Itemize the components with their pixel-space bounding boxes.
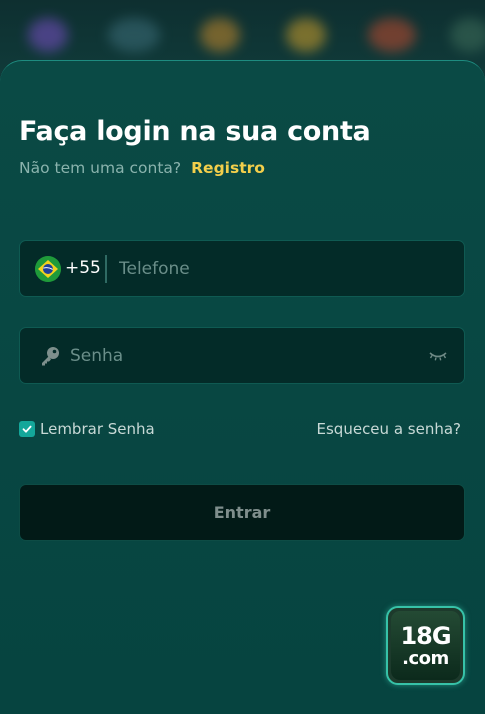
remember-label: Lembrar Senha [40, 420, 155, 438]
game-thumbnail-4 [286, 18, 326, 52]
signup-prompt: Não tem uma conta? Registro [19, 159, 265, 177]
check-icon [22, 425, 32, 433]
password-input[interactable] [70, 328, 420, 383]
register-link[interactable]: Registro [191, 159, 265, 177]
login-panel: Faça login na sua conta Não tem uma cont… [0, 60, 485, 714]
country-code[interactable]: +55 [65, 258, 101, 278]
phone-field[interactable]: +55 [19, 240, 465, 297]
page-title: Faça login na sua conta [19, 116, 371, 147]
signup-prompt-text: Não tem uma conta? [19, 159, 182, 177]
remember-password-toggle[interactable]: Lembrar Senha [19, 420, 155, 438]
game-thumbnail-5 [368, 18, 416, 52]
logo-text-top: 18G [400, 621, 451, 650]
game-thumbnail-6 [450, 18, 485, 52]
forgot-password-link[interactable]: Esqueceu a senha? [317, 420, 461, 438]
brand-logo: 18G .com [386, 606, 465, 685]
eye-closed-icon[interactable] [428, 348, 448, 362]
login-button[interactable]: Entrar [19, 484, 465, 541]
brazil-flag-icon [35, 256, 61, 282]
logo-text-bottom: .com [402, 647, 449, 669]
game-thumbnail-3 [200, 18, 240, 52]
password-field[interactable] [19, 327, 465, 384]
game-thumbnail-2 [108, 18, 160, 52]
remember-checkbox[interactable] [19, 421, 35, 437]
phone-input[interactable] [119, 241, 449, 296]
key-icon [38, 344, 62, 368]
brand-logo-badge: 18G .com [391, 611, 460, 680]
field-divider [105, 255, 107, 283]
game-thumbnail-1 [28, 18, 68, 52]
